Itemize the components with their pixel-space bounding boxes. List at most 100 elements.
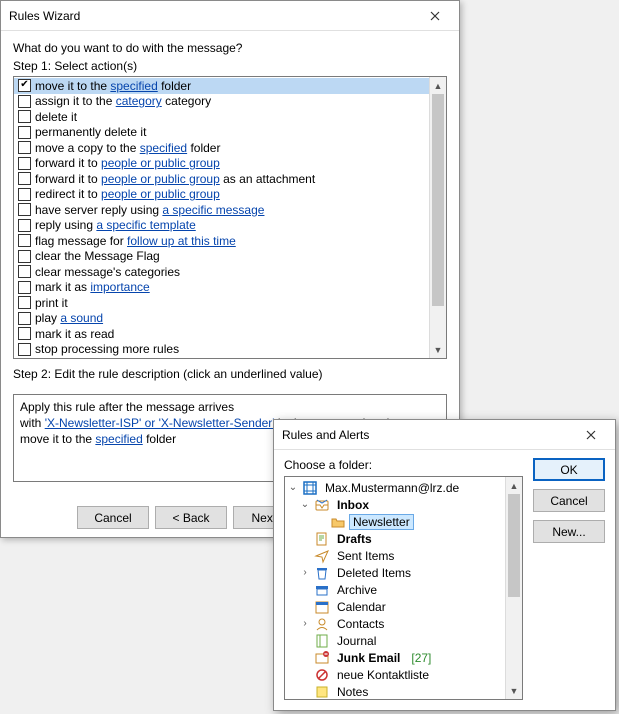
cancel-button[interactable]: Cancel <box>533 489 605 512</box>
scroll-down-icon[interactable]: ▼ <box>506 682 522 699</box>
action-row[interactable]: reply using a specific template <box>14 218 429 234</box>
action-link[interactable]: specified <box>110 79 157 93</box>
journal-icon <box>314 633 330 649</box>
action-row[interactable]: play a sound <box>14 311 429 327</box>
action-checkbox[interactable] <box>18 343 31 356</box>
action-row[interactable]: stop processing more rules <box>14 342 429 358</box>
action-label: clear the Message Flag <box>35 249 160 263</box>
action-link[interactable]: people or public group <box>101 187 220 201</box>
action-checkbox[interactable] <box>18 126 31 139</box>
action-checkbox[interactable] <box>18 250 31 263</box>
action-label: delete it <box>35 110 77 124</box>
action-checkbox[interactable] <box>18 79 31 92</box>
action-label: clear message's categories <box>35 265 180 279</box>
back-button[interactable]: < Back <box>155 506 227 529</box>
tree-item[interactable]: ⌄Inbox <box>285 496 505 513</box>
tree-item[interactable]: ⌄Max.Mustermann@lrz.de <box>285 479 505 496</box>
action-label: permanently delete it <box>35 125 146 139</box>
action-link[interactable]: people or public group <box>101 172 220 186</box>
action-checkbox[interactable] <box>18 203 31 216</box>
action-checkbox[interactable] <box>18 157 31 170</box>
action-row[interactable]: clear the Message Flag <box>14 249 429 265</box>
action-link[interactable]: specified <box>140 141 187 155</box>
action-row[interactable]: clear message's categories <box>14 264 429 280</box>
tree-item-label: Drafts <box>333 532 376 546</box>
action-row[interactable]: have server reply using a specific messa… <box>14 202 429 218</box>
tree-item[interactable]: Junk Email[27] <box>285 649 505 666</box>
chevron-down-icon[interactable]: ⌄ <box>287 482 299 493</box>
action-link[interactable]: follow up at this time <box>127 234 236 248</box>
action-label: mark it as read <box>35 327 114 341</box>
action-checkbox[interactable] <box>18 234 31 247</box>
tree-item[interactable]: Archive <box>285 581 505 598</box>
tree-item[interactable]: neue Kontaktliste <box>285 666 505 683</box>
action-checkbox[interactable] <box>18 327 31 340</box>
action-label: play a sound <box>35 311 103 325</box>
step1-label: Step 1: Select action(s) <box>13 59 447 73</box>
notes-icon <box>314 684 330 700</box>
action-checkbox[interactable] <box>18 110 31 123</box>
action-row[interactable]: flag message for follow up at this time <box>14 233 429 249</box>
folder-picker-dialog: Rules and Alerts Choose a folder: ⌄Max.M… <box>273 419 616 711</box>
action-label: flag message for follow up at this time <box>35 234 236 248</box>
inbox-icon <box>314 497 330 513</box>
action-row[interactable]: move it to the specified folder <box>14 78 429 94</box>
action-link[interactable]: category <box>116 94 162 108</box>
action-checkbox[interactable] <box>18 296 31 309</box>
action-row[interactable]: redirect it to people or public group <box>14 187 429 203</box>
picker-close-button[interactable] <box>568 421 613 449</box>
cancel-button[interactable]: Cancel <box>77 506 149 529</box>
tree-item[interactable]: Calendar <box>285 598 505 615</box>
action-link[interactable]: importance <box>90 280 149 294</box>
tree-item[interactable]: Drafts <box>285 530 505 547</box>
action-row[interactable]: delete it <box>14 109 429 125</box>
desc-folder-link[interactable]: specified <box>95 432 142 446</box>
action-row[interactable]: assign it to the category category <box>14 94 429 110</box>
action-checkbox[interactable] <box>18 219 31 232</box>
action-checkbox[interactable] <box>18 312 31 325</box>
junk-icon <box>314 650 330 666</box>
action-link[interactable]: a sound <box>60 311 103 325</box>
tree-item[interactable]: Sent Items <box>285 547 505 564</box>
tree-item[interactable]: Newsletter <box>285 513 505 530</box>
close-button[interactable] <box>412 2 457 30</box>
scroll-up-icon[interactable]: ▲ <box>430 77 446 94</box>
desc-header-link[interactable]: 'X-Newsletter-ISP' or 'X-Newsletter-Send… <box>45 416 275 430</box>
action-row[interactable]: permanently delete it <box>14 125 429 141</box>
tree-item-label: Contacts <box>333 617 388 631</box>
tree-item[interactable]: Journal <box>285 632 505 649</box>
action-label: mark it as importance <box>35 280 150 294</box>
action-row[interactable]: mark it as read <box>14 326 429 342</box>
tree-scrollbar[interactable]: ▲ ▼ <box>505 477 522 699</box>
action-checkbox[interactable] <box>18 95 31 108</box>
action-row[interactable]: print it <box>14 295 429 311</box>
action-checkbox[interactable] <box>18 281 31 294</box>
action-checkbox[interactable] <box>18 172 31 185</box>
scroll-up-icon[interactable]: ▲ <box>506 477 522 494</box>
chevron-right-icon[interactable]: › <box>299 567 311 578</box>
tree-item[interactable]: Notes <box>285 683 505 699</box>
action-row[interactable]: move a copy to the specified folder <box>14 140 429 156</box>
action-checkbox[interactable] <box>18 188 31 201</box>
chevron-right-icon[interactable]: › <box>299 618 311 629</box>
scroll-down-icon[interactable]: ▼ <box>430 341 446 358</box>
tree-item[interactable]: › Contacts <box>285 615 505 632</box>
action-link[interactable]: people or public group <box>101 156 220 170</box>
tree-item[interactable]: ›Deleted Items <box>285 564 505 581</box>
actions-scrollbar[interactable]: ▲ ▼ <box>429 77 446 358</box>
chevron-down-icon[interactable]: ⌄ <box>299 499 311 510</box>
account-icon <box>302 480 318 496</box>
ok-button[interactable]: OK <box>533 458 605 481</box>
action-row[interactable]: mark it as importance <box>14 280 429 296</box>
new-button[interactable]: New... <box>533 520 605 543</box>
deleted-icon <box>314 565 330 581</box>
action-row[interactable]: forward it to people or public group as … <box>14 171 429 187</box>
action-label: move a copy to the specified folder <box>35 141 220 155</box>
action-link[interactable]: a specific message <box>162 203 264 217</box>
action-checkbox[interactable] <box>18 141 31 154</box>
action-link[interactable]: a specific template <box>96 218 195 232</box>
action-checkbox[interactable] <box>18 265 31 278</box>
action-row[interactable]: forward it to people or public group <box>14 156 429 172</box>
desc-line-1: Apply this rule after the message arrive… <box>20 399 440 415</box>
folder-tree: ⌄Max.Mustermann@lrz.de⌄InboxNewsletter Dr… <box>284 476 523 700</box>
